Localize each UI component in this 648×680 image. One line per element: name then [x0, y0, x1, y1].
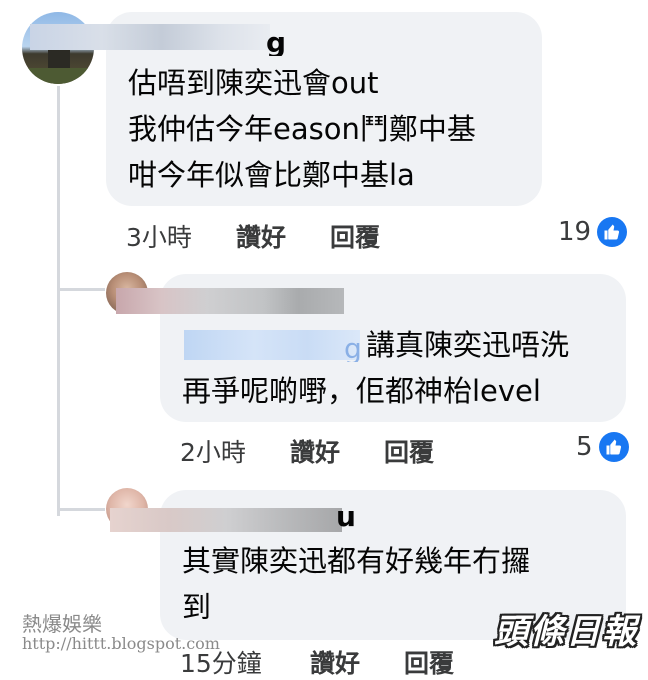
thumbs-up-icon [597, 217, 628, 247]
commenter-name[interactable]: g [266, 26, 296, 56]
like-button[interactable]: 讚好 [236, 218, 286, 254]
redacted-name [116, 288, 344, 314]
site-watermark-url: http://hittt.blogspot.com [22, 634, 220, 653]
newspaper-logo: 頭條日報 [494, 612, 638, 652]
thumbs-up-icon [598, 432, 629, 462]
like-count-value: 19 [558, 217, 592, 247]
reply-button[interactable]: 回覆 [384, 433, 434, 469]
commenter-name[interactable]: u [336, 500, 354, 534]
redacted-name [110, 508, 342, 532]
site-watermark-title: 熱爆娛樂 [22, 612, 102, 636]
reply-button[interactable]: 回覆 [404, 644, 454, 680]
like-button[interactable]: 讚好 [290, 433, 340, 469]
comment-text: 講真陳奕迅唔洗 再爭呢啲嘢，佢都神枱level [182, 328, 570, 408]
thread-line-vertical [57, 86, 60, 516]
comment-time[interactable]: 2小時 [180, 433, 246, 469]
reply-button[interactable]: 回覆 [330, 218, 380, 254]
thread-line-branch-1 [57, 288, 105, 291]
like-count[interactable]: 19 [558, 217, 628, 247]
comment-time[interactable]: 3小時 [126, 218, 192, 254]
thread-line-branch-2 [57, 508, 105, 511]
like-count[interactable]: 5 [576, 432, 629, 462]
like-count-value: 5 [576, 432, 593, 462]
comment-text: 估唔到陳奕迅會out 我仲估今年eason鬥鄭中基 咁今年似會比鄭中基la [128, 66, 476, 192]
like-button[interactable]: 讚好 [310, 644, 360, 680]
redacted-name [30, 24, 270, 50]
